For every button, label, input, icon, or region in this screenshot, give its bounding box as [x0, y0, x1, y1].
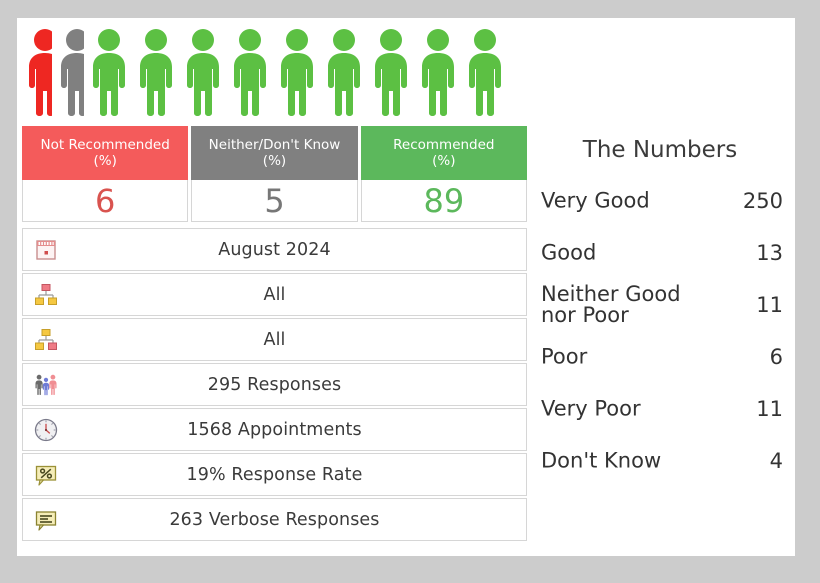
person-figure-recommended	[321, 27, 367, 119]
summary-cell-header: Neither/Don't Know (%)	[191, 126, 358, 180]
numbers-row-value: 13	[756, 241, 783, 265]
numbers-row-label: Neither Good nor Poor	[541, 282, 681, 327]
numbers-row-value: 11	[756, 293, 783, 317]
summary-cell-value: 89	[360, 180, 527, 222]
info-row[interactable]: All	[22, 273, 527, 316]
numbers-row: Don't Know 4	[529, 435, 791, 487]
numbers-panel-title: The Numbers	[582, 137, 738, 163]
info-row[interactable]: 1568 Appointments	[22, 408, 527, 451]
numbers-row-label: Poor	[541, 344, 588, 369]
summary-cell-header: Not Recommended (%)	[22, 126, 189, 180]
numbers-row: Poor 6	[529, 331, 791, 383]
numbers-row-label: Very Poor	[541, 396, 641, 421]
summary-header-unit: (%)	[93, 153, 117, 169]
numbers-list: Very Good 250 Good 13 Neither Good nor Poor 1…	[529, 175, 791, 487]
info-row-label: 263 Verbose Responses	[169, 509, 380, 530]
summary-cell-2: Recommended (%) 89	[360, 126, 527, 222]
info-row[interactable]: 19% Response Rate	[22, 453, 527, 496]
info-row-label: All	[263, 284, 286, 305]
numbers-row-value: 11	[756, 397, 783, 421]
dashboard-panel: Not Recommended (%) 6 Neither/Don't Know (%)…	[17, 18, 795, 556]
info-row-label: August 2024	[218, 239, 331, 260]
info-row[interactable]: All	[22, 318, 527, 361]
info-row[interactable]: August 2024	[22, 228, 527, 271]
person-figure-recommended	[415, 27, 461, 119]
summary-cell-value: 5	[191, 180, 358, 222]
summary-header-label: Neither/Don't Know	[208, 137, 341, 153]
person-figure-recommended	[227, 27, 273, 119]
person-figure-recommended	[368, 27, 414, 119]
numbers-row-label: Good	[541, 240, 597, 265]
summary-header-unit: (%)	[262, 153, 287, 169]
summary-cell-value: 6	[22, 180, 189, 222]
summary-cell-0: Not Recommended (%) 6	[22, 126, 189, 222]
left-column: Not Recommended (%) 6 Neither/Don't Know (%)…	[22, 23, 527, 548]
numbers-row-value: 250	[742, 189, 783, 213]
summary-header-label: Not Recommended	[40, 137, 170, 153]
summary-cell-1: Neither/Don't Know (%) 5	[191, 126, 358, 222]
numbers-row-value: 6	[769, 345, 783, 369]
person-figure-neither	[54, 27, 84, 119]
info-row-label: 19% Response Rate	[186, 464, 363, 485]
person-figure-recommended	[180, 27, 226, 119]
summary-cell-header: Recommended (%)	[360, 126, 527, 180]
summary-header-label: Recommended	[393, 137, 495, 153]
numbers-row: Very Good 250	[529, 175, 791, 227]
summary-header-unit: (%)	[432, 153, 456, 169]
numbers-row-label: Don't Know	[541, 448, 662, 473]
person-figure-recommended	[462, 27, 508, 119]
numbers-row: Very Poor 11	[529, 383, 791, 435]
info-row[interactable]: 295 Responses	[22, 363, 527, 406]
numbers-row: Good 13	[529, 227, 791, 279]
numbers-row-value: 4	[769, 449, 783, 473]
numbers-row-label: Very Good	[541, 188, 650, 213]
person-figure-recommended	[274, 27, 320, 119]
summary-stats-row: Not Recommended (%) 6 Neither/Don't Know (%)…	[22, 126, 527, 222]
people-pictogram	[22, 27, 527, 119]
person-figure-recommended	[133, 27, 179, 119]
numbers-row: Neither Good nor Poor 11	[529, 279, 791, 331]
info-rows-list: August 2024 All All 295 Responses 1568 Appoi…	[22, 228, 527, 543]
right-column: The Numbers Very Good 250 Good 13 Neither Go…	[529, 23, 791, 548]
info-row-label: 1568 Appointments	[187, 419, 362, 440]
info-row[interactable]: 263 Verbose Responses	[22, 498, 527, 541]
info-row-label: All	[263, 329, 286, 350]
person-figure-not-recommended	[22, 27, 52, 119]
person-figure-recommended	[86, 27, 132, 119]
info-row-label: 295 Responses	[207, 374, 342, 395]
